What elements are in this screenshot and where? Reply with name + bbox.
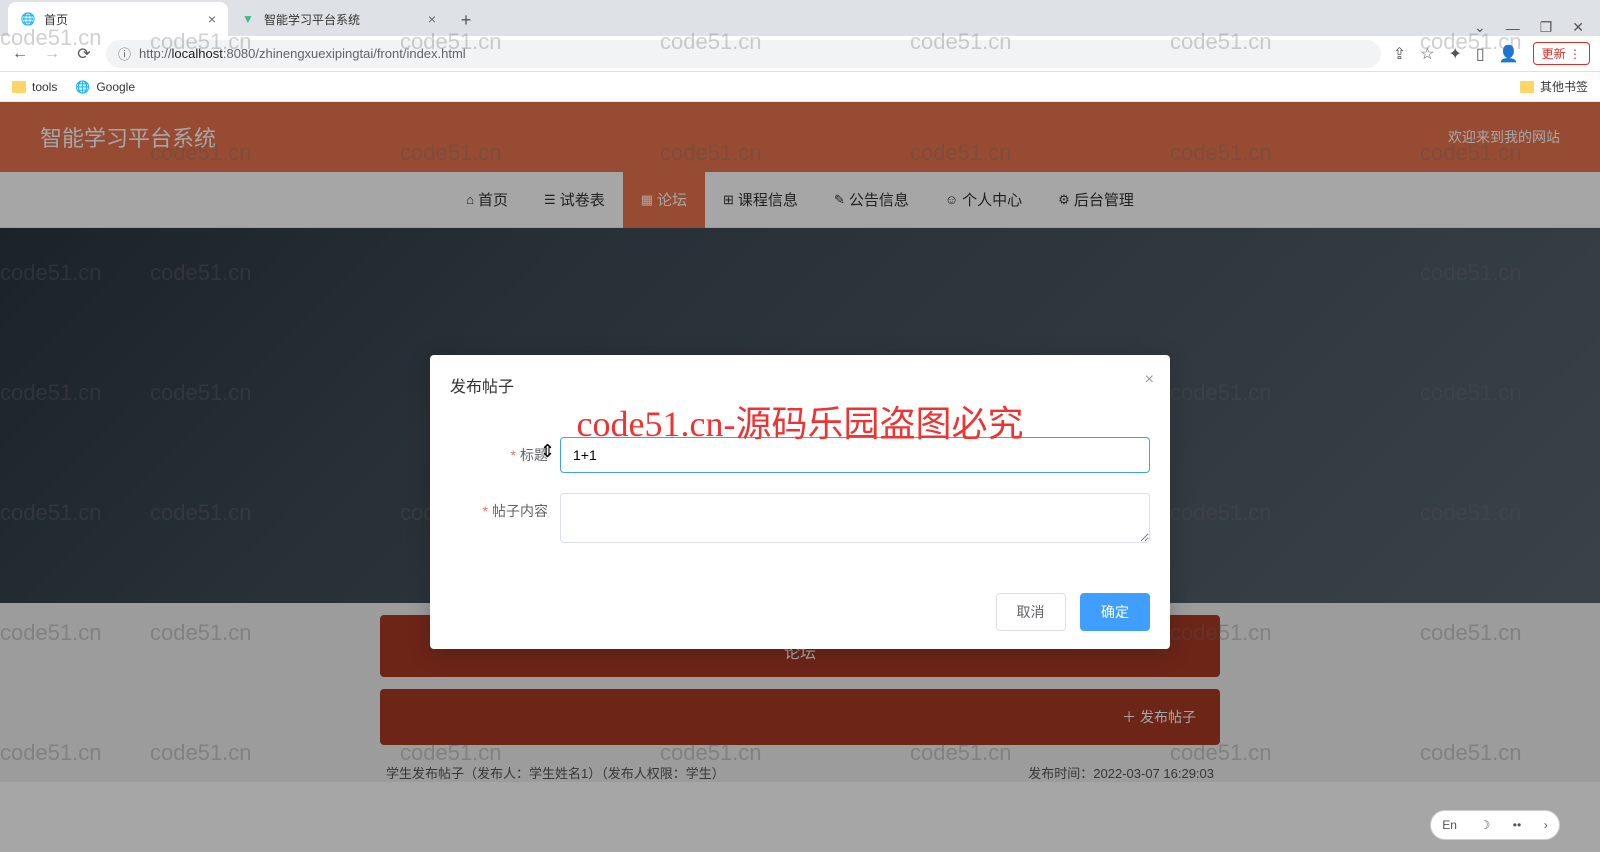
url-text: http://localhost:8080/zhinengxuexipingta…	[139, 46, 466, 61]
reader-icon[interactable]: ▯	[1476, 44, 1485, 64]
extension-icons: ⇪ ☆ ✦ ▯ 👤 更新 ⋮	[1393, 42, 1590, 65]
vue-icon: ▼	[240, 11, 256, 27]
update-button[interactable]: 更新 ⋮	[1533, 42, 1590, 65]
close-icon[interactable]: ×	[208, 11, 216, 27]
cancel-button[interactable]: 取消	[996, 593, 1066, 631]
browser-tab-1[interactable]: 🌐 首页 ×	[8, 2, 228, 36]
browser-toolbar: ← → ⟳ ⓘ http://localhost:8080/zhinengxue…	[0, 36, 1600, 72]
dialog-title: 发布帖子	[450, 379, 514, 396]
title-input[interactable]	[560, 437, 1150, 473]
chevron-down-icon[interactable]: ⌄	[1474, 19, 1486, 36]
close-icon[interactable]: ×	[428, 11, 436, 27]
confirm-button[interactable]: 确定	[1080, 593, 1150, 631]
content-textarea[interactable]	[560, 493, 1150, 543]
globe-icon: 🌐	[75, 80, 90, 94]
star-icon[interactable]: ☆	[1420, 44, 1434, 64]
profile-icon[interactable]: 👤	[1499, 44, 1519, 64]
ime-lang[interactable]: En	[1442, 818, 1457, 832]
folder-icon	[12, 81, 26, 93]
dots-icon[interactable]: ••	[1513, 818, 1521, 832]
close-icon[interactable]: ×	[1145, 371, 1154, 389]
form-row-title: *标题	[450, 437, 1150, 473]
dialog-header: 发布帖子 ×	[430, 355, 1170, 407]
minimize-button[interactable]: —	[1506, 20, 1520, 36]
publish-post-dialog: 发布帖子 × *标题 *帖子内容 取消 确定	[430, 355, 1170, 649]
tab-title: 首页	[44, 11, 68, 28]
tab-title: 智能学习平台系统	[264, 11, 360, 28]
bookmark-google[interactable]: 🌐 Google	[75, 80, 135, 94]
ime-toolbar[interactable]: En ☽ •• ›	[1430, 810, 1560, 840]
reload-button[interactable]: ⟳	[74, 44, 94, 64]
puzzle-icon[interactable]: ✦	[1449, 44, 1462, 64]
globe-icon: 🌐	[20, 11, 36, 27]
bookmarks-bar: tools 🌐 Google 其他书签	[0, 72, 1600, 102]
back-button[interactable]: ←	[10, 45, 30, 63]
arrow-icon[interactable]: ›	[1544, 818, 1548, 832]
dialog-footer: 取消 确定	[430, 583, 1170, 649]
title-label: *标题	[450, 437, 560, 473]
browser-tab-2[interactable]: ▼ 智能学习平台系统 ×	[228, 2, 448, 36]
new-tab-button[interactable]: +	[452, 6, 480, 34]
folder-icon	[1520, 81, 1534, 93]
dialog-body: *标题 *帖子内容	[430, 407, 1170, 583]
browser-tabs-bar: 🌐 首页 × ▼ 智能学习平台系统 × + ⌄ — ❐ ✕	[0, 0, 1600, 36]
moon-icon[interactable]: ☽	[1479, 818, 1490, 832]
window-controls: ⌄ — ❐ ✕	[1458, 19, 1600, 36]
info-icon[interactable]: ⓘ	[118, 44, 131, 63]
address-bar[interactable]: ⓘ http://localhost:8080/zhinengxuexiping…	[106, 40, 1381, 68]
forward-button: →	[42, 45, 62, 63]
maximize-button[interactable]: ❐	[1540, 19, 1553, 36]
form-row-content: *帖子内容	[450, 493, 1150, 543]
close-window-button[interactable]: ✕	[1572, 19, 1584, 36]
share-icon[interactable]: ⇪	[1393, 44, 1406, 64]
content-label: *帖子内容	[450, 493, 560, 529]
bookmark-tools[interactable]: tools	[12, 80, 57, 94]
bookmark-other[interactable]: 其他书签	[1520, 78, 1588, 95]
